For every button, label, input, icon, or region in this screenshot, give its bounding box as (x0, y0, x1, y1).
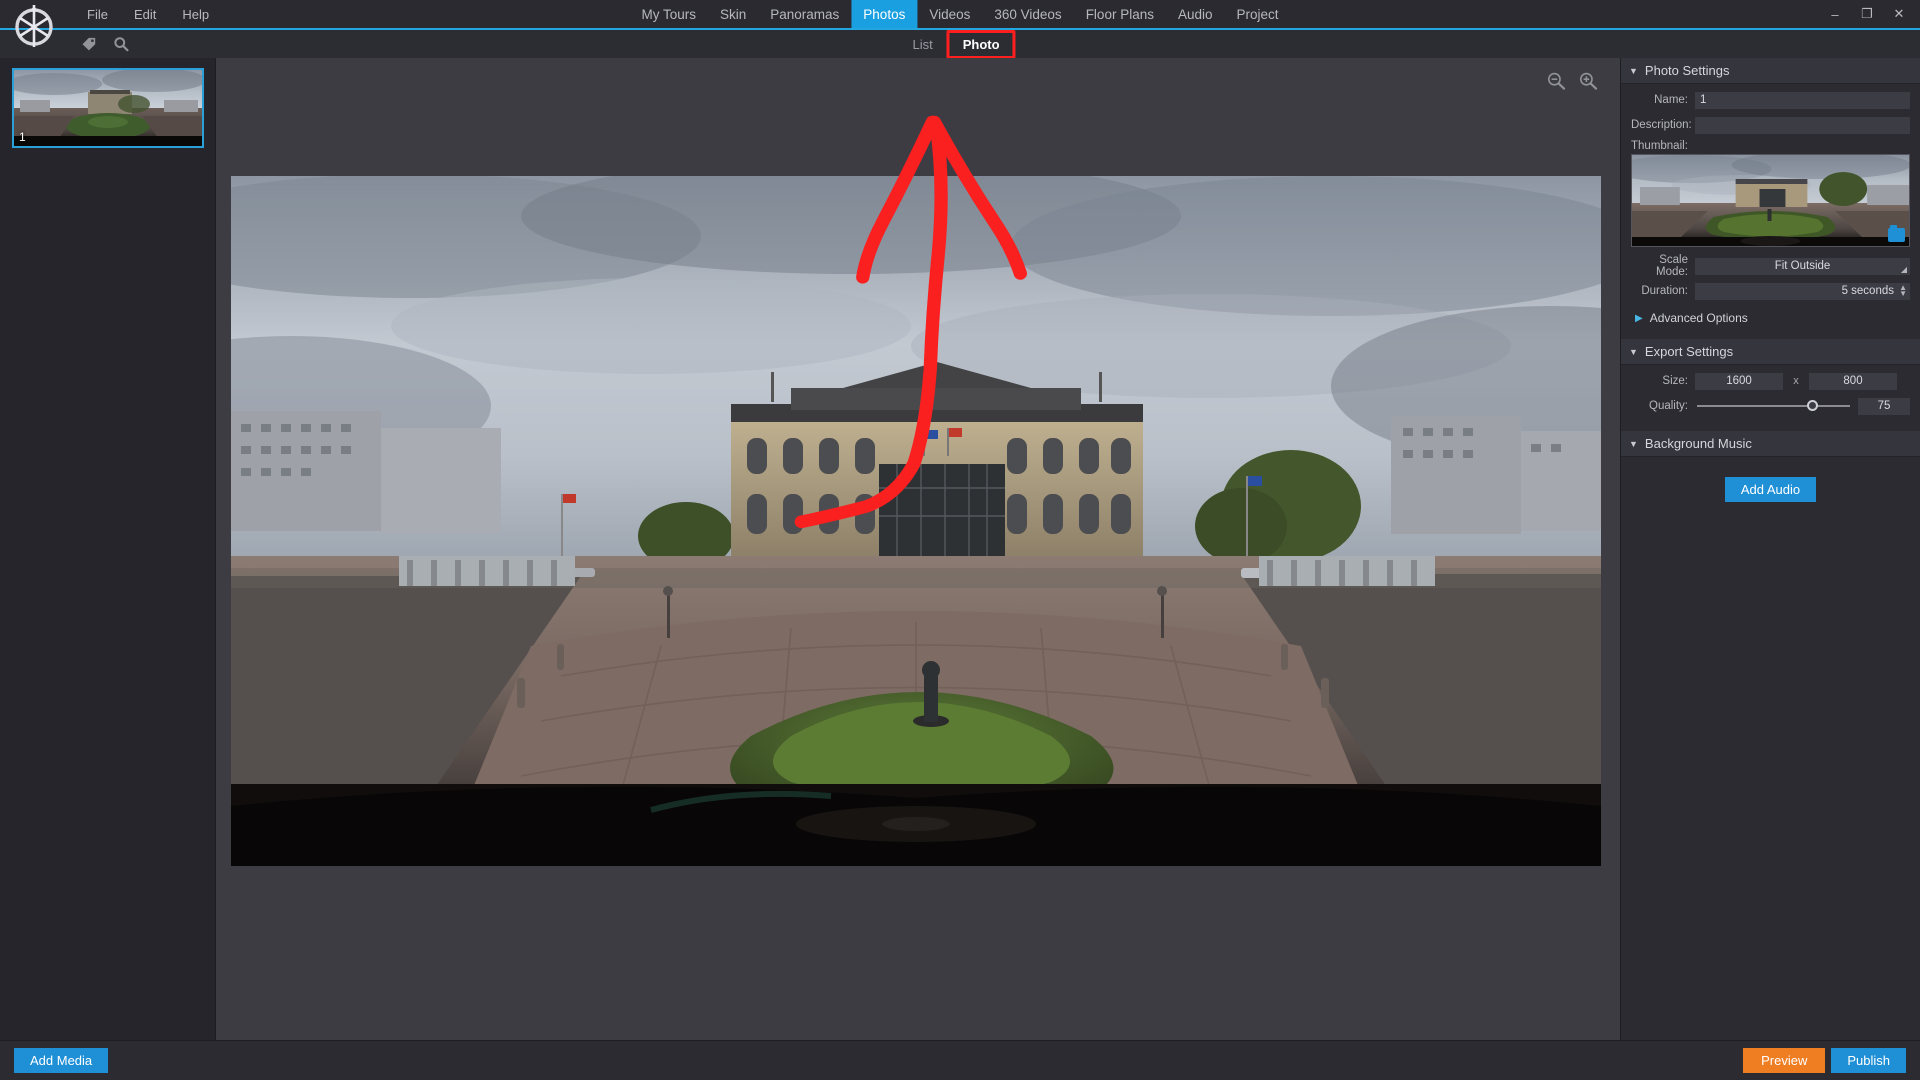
menu-file[interactable]: File (74, 3, 121, 26)
scale-mode-label: Scale Mode: (1656, 254, 1688, 278)
app-logo-icon (12, 2, 56, 48)
add-audio-wrap: Add Audio (1631, 463, 1910, 512)
quality-slider-knob[interactable] (1806, 400, 1818, 411)
quality-slider[interactable] (1697, 400, 1850, 411)
add-media-button[interactable]: Add Media (14, 1048, 109, 1073)
size-separator: x (1793, 375, 1799, 387)
panorama-canvas[interactable] (231, 176, 1601, 866)
tab-audio[interactable]: Audio (1166, 0, 1225, 28)
view-tab-list[interactable]: List (904, 34, 940, 55)
zoom-out-icon[interactable] (1546, 71, 1566, 91)
description-label: Description: (1631, 119, 1692, 131)
media-thumbnail-image (14, 70, 202, 146)
bottom-actions: Preview Publish (1743, 1048, 1906, 1073)
menu-help[interactable]: Help (169, 3, 222, 26)
size-label: Size: (1662, 375, 1688, 387)
menu-bar: File Edit Help (74, 3, 222, 26)
photo-settings-header[interactable]: ▼ Photo Settings (1621, 58, 1920, 84)
description-row: Description: (1631, 115, 1910, 135)
name-label: Name: (1654, 94, 1688, 106)
media-list-item-1[interactable]: 1 (12, 68, 204, 148)
main-body: 1 ▼ Photo Settings Name: 1 Description: … (0, 58, 1920, 1040)
background-music-title: Background Music (1644, 436, 1752, 451)
name-input[interactable] (1695, 91, 1910, 109)
publish-button[interactable]: Publish (1831, 1048, 1906, 1073)
size-row: Size: x (1631, 371, 1910, 391)
bottom-bar: Add Media Preview Publish (0, 1040, 1920, 1080)
close-icon[interactable]: ✕ (1884, 2, 1914, 26)
tab-panoramas[interactable]: Panoramas (758, 0, 851, 28)
size-height-input[interactable] (1809, 372, 1897, 390)
tab-videos[interactable]: Videos (917, 0, 982, 28)
name-row: Name: (1631, 90, 1910, 110)
thumbnail-preview[interactable] (1631, 154, 1910, 247)
advanced-options-toggle[interactable]: ▶ Advanced Options (1635, 311, 1910, 325)
thumbnail-label: Thumbnail: (1631, 140, 1688, 152)
minimize-icon[interactable]: – (1820, 2, 1850, 26)
duration-label: Duration: (1641, 285, 1688, 297)
viewer-zoom-controls (1546, 71, 1598, 91)
photo-viewer (216, 58, 1620, 1040)
export-settings-header[interactable]: ▼ Export Settings (1621, 339, 1920, 365)
photo-settings-title: Photo Settings (1644, 63, 1730, 78)
tab-my-tours[interactable]: My Tours (629, 0, 708, 28)
toolbar-icon-group (80, 35, 130, 53)
chevron-right-icon: ▶ (1635, 312, 1643, 324)
maximize-icon[interactable]: ❐ (1852, 2, 1882, 26)
zoom-in-icon[interactable] (1578, 71, 1598, 91)
collapse-triangle-icon: ▼ (1629, 346, 1638, 357)
tab-floor-plans[interactable]: Floor Plans (1074, 0, 1166, 28)
thumbnail-browse-folder-icon[interactable] (1888, 225, 1905, 242)
photo-settings-body: Name: Description: Thumbnail: (1621, 84, 1920, 339)
tab-skin[interactable]: Skin (708, 0, 758, 28)
media-list-panel: 1 (0, 58, 216, 1040)
duration-value[interactable] (1695, 282, 1910, 300)
view-tab-photo-highlight: Photo (946, 29, 1016, 59)
spinner-arrows-icon[interactable]: ▲ ▼ (1899, 283, 1907, 300)
application-window: File Edit Help My Tours Skin Panoramas P… (0, 0, 1920, 1080)
background-music-body: Add Audio (1621, 457, 1920, 522)
quality-label: Quality: (1649, 400, 1688, 412)
scale-mode-value[interactable] (1695, 257, 1910, 275)
advanced-options-label: Advanced Options (1649, 311, 1748, 325)
preview-button[interactable]: Preview (1743, 1048, 1826, 1073)
properties-panel: ▼ Photo Settings Name: Description: Thum… (1620, 58, 1920, 1040)
chevron-down-icon: ◢ (1900, 264, 1907, 274)
duration-row: Duration: ▲▼ (1631, 281, 1910, 301)
main-tab-bar: My Tours Skin Panoramas Photos Videos 36… (629, 0, 1290, 28)
thumbnail-image (1632, 155, 1909, 246)
background-music-header[interactable]: ▼ Background Music (1621, 431, 1920, 457)
add-audio-button[interactable]: Add Audio (1724, 477, 1817, 502)
tag-icon[interactable] (80, 35, 98, 53)
tab-360-videos[interactable]: 360 Videos (982, 0, 1073, 28)
view-tab-bar: List Photo (904, 29, 1016, 59)
quality-row: Quality: 75 (1631, 396, 1910, 416)
sub-toolbar: List Photo (0, 29, 1920, 59)
view-tab-photo[interactable]: Photo (955, 34, 1008, 55)
collapse-triangle-icon: ▼ (1629, 438, 1638, 449)
scale-mode-row: Scale Mode: ◢ (1631, 254, 1910, 278)
size-fields: x (1695, 372, 1897, 390)
description-input[interactable] (1695, 116, 1910, 134)
quality-value[interactable]: 75 (1858, 397, 1910, 415)
tab-photos[interactable]: Photos (851, 0, 918, 28)
media-item-number: 1 (19, 130, 26, 144)
panorama-image (231, 176, 1601, 866)
search-icon[interactable] (112, 35, 130, 53)
duration-stepper[interactable]: ▲▼ (1695, 282, 1910, 300)
export-settings-title: Export Settings (1644, 344, 1734, 359)
title-bar: File Edit Help My Tours Skin Panoramas P… (0, 0, 1920, 47)
collapse-triangle-icon: ▼ (1629, 65, 1638, 76)
window-controls: – ❐ ✕ (1820, 0, 1914, 28)
tab-project[interactable]: Project (1225, 0, 1291, 28)
size-width-input[interactable] (1695, 372, 1783, 390)
menu-edit[interactable]: Edit (121, 3, 169, 26)
export-settings-body: Size: x Quality: 75 (1621, 365, 1920, 431)
scale-mode-dropdown[interactable]: ◢ (1695, 257, 1910, 275)
